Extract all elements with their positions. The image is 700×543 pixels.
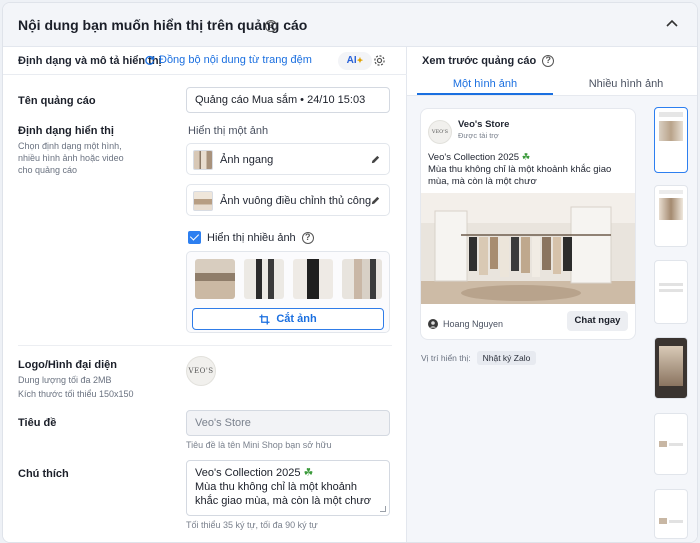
sparkle-icon: ✦ [356, 56, 364, 65]
ad-preview-image [421, 193, 635, 304]
panel-title: Nội dung bạn muốn hiển thị trên quảng cá… [18, 17, 308, 33]
ad-preview-card: VEO'S Veo's Store Được tài trợ Veo's Col… [421, 109, 635, 339]
multi-image-checkbox[interactable] [188, 231, 201, 244]
placement-label: Vị trí hiển thị: [421, 353, 471, 363]
placement-preview-thumb[interactable] [654, 260, 688, 324]
format-option-landscape[interactable]: Ảnh ngang [186, 143, 390, 175]
placement-preview-thumb[interactable] [654, 413, 688, 475]
crop-image-button[interactable]: Cắt ảnh [192, 308, 384, 330]
format-toolbar: Định dạng và mô tả hiển thị Đồng bộ nội … [3, 47, 407, 75]
placement-info: Vị trí hiển thị: Nhật ký Zalo [421, 351, 537, 365]
format-form: Định dạng và mô tả hiển thị Đồng bộ nội … [3, 47, 407, 542]
preview-header: Xem trước quảng cáo ? [422, 55, 555, 67]
preview-user: Hoang Nguyen [428, 319, 503, 329]
landscape-thumbnail [193, 150, 213, 170]
help-icon[interactable]: ? [542, 55, 555, 67]
format-description: Chọn định dạng một hình, nhiều hình ảnh … [18, 141, 124, 175]
gear-icon[interactable] [373, 54, 386, 67]
placement-preview-thumb[interactable] [654, 489, 688, 539]
ad-preview: Xem trước quảng cáo ? Một hình ảnh Nhiều… [407, 47, 697, 542]
logo-label: Logo/Hình đại diện [18, 359, 117, 371]
preview-caption-line1: Veo's Collection 2025 [428, 152, 520, 163]
gallery-thumbnail[interactable] [293, 259, 333, 299]
preview-caption-line2: Mùa thu không chỉ là một khoảnh khắc gia… [428, 164, 612, 187]
ai-label: AI [346, 55, 357, 66]
caption-textarea[interactable]: Veo's Collection 2025 ☘ Mùa thu không ch… [186, 460, 390, 516]
logo-avatar[interactable]: VEO'S [186, 356, 216, 386]
chat-now-button[interactable]: Chat ngay [567, 311, 628, 331]
gallery-thumbnail[interactable] [195, 259, 235, 299]
format-section-title: Định dạng và mô tả hiển thị [18, 55, 162, 67]
preview-user-name: Hoang Nguyen [443, 319, 504, 329]
preview-title: Xem trước quảng cáo [422, 55, 537, 67]
single-image-label: Hiển thị một ảnh [188, 125, 269, 137]
caption-line1: Veo's Collection 2025 [195, 467, 301, 479]
section-divider [18, 345, 392, 346]
active-tab-indicator [417, 93, 553, 95]
multi-image-label: Hiển thị nhiều ảnh [207, 231, 296, 244]
multi-image-gallery: Cắt ảnh [186, 251, 390, 333]
preview-caption: Veo's Collection 2025 ☘ Mùa thu không ch… [428, 152, 633, 188]
placement-preview-thumb[interactable] [654, 107, 688, 173]
logo-size-limit: Dung lượng tối đa 2MB [18, 375, 112, 385]
ad-name-label: Tên quảng cáo [18, 95, 96, 107]
format-option-square[interactable]: Ảnh vuông điều chỉnh thủ công [186, 184, 390, 216]
crop-label: Cắt ảnh [276, 313, 317, 325]
gallery-thumbnail[interactable] [244, 259, 284, 299]
pencil-icon[interactable] [370, 195, 381, 206]
sponsored-label: Được tài trợ [458, 131, 499, 140]
ad-name-input[interactable]: Quảng cáo Mua sắm • 24/10 15:03 [186, 87, 390, 113]
multi-image-toggle[interactable]: Hiển thị nhiều ảnh ? [188, 231, 314, 244]
crop-icon [259, 313, 270, 325]
store-name: Veo's Store [458, 119, 510, 130]
placement-preview-thumb[interactable] [654, 185, 688, 247]
clover-icon: ☘ [521, 152, 531, 163]
caption-label: Chú thích [18, 468, 69, 480]
clover-icon: ☘ [303, 467, 314, 479]
user-avatar-icon [428, 319, 438, 329]
pencil-icon[interactable] [370, 154, 381, 165]
title-hint: Tiêu đề là tên Mini Shop bạn sở hữu [186, 440, 332, 450]
title-label: Tiêu đề [18, 417, 57, 429]
sync-label: Đồng bộ nội dung từ trang đệm [159, 54, 312, 66]
resize-handle[interactable] [380, 506, 386, 512]
tab-multi-image[interactable]: Nhiều hình ảnh [567, 78, 685, 90]
sync-button[interactable]: Đồng bộ nội dung từ trang đệm [144, 54, 312, 66]
chevron-up-icon[interactable] [665, 17, 679, 31]
help-icon[interactable]: ? [301, 231, 314, 244]
help-icon[interactable]: ? [265, 20, 277, 32]
logo-min-dimension: Kích thước tối thiểu 150x150 [18, 389, 134, 399]
format-label: Định dạng hiển thị [18, 125, 114, 137]
ad-content-panel: Nội dung bạn muốn hiển thị trên quảng cá… [2, 2, 698, 543]
placement-chip[interactable]: Nhật ký Zalo [476, 351, 537, 365]
title-input[interactable]: Veo's Store [186, 410, 390, 436]
square-label: Ảnh vuông điều chỉnh thủ công [220, 195, 372, 207]
caption-line2: Mùa thu không chỉ là một khoảnh khắc gia… [195, 481, 371, 507]
gallery-thumbnail[interactable] [342, 259, 382, 299]
square-thumbnail [193, 191, 213, 211]
store-avatar: VEO'S [428, 120, 452, 144]
landscape-label: Ảnh ngang [220, 154, 274, 166]
tab-single-image[interactable]: Một hình ảnh [417, 78, 553, 90]
caption-hint: Tối thiểu 35 ký tự, tối đa 90 ký tự [186, 520, 318, 530]
sync-icon [145, 55, 155, 65]
ai-button[interactable]: AI✦ [338, 52, 372, 70]
panel-header[interactable]: Nội dung bạn muốn hiển thị trên quảng cá… [3, 3, 697, 47]
placement-preview-thumb[interactable] [654, 337, 688, 399]
